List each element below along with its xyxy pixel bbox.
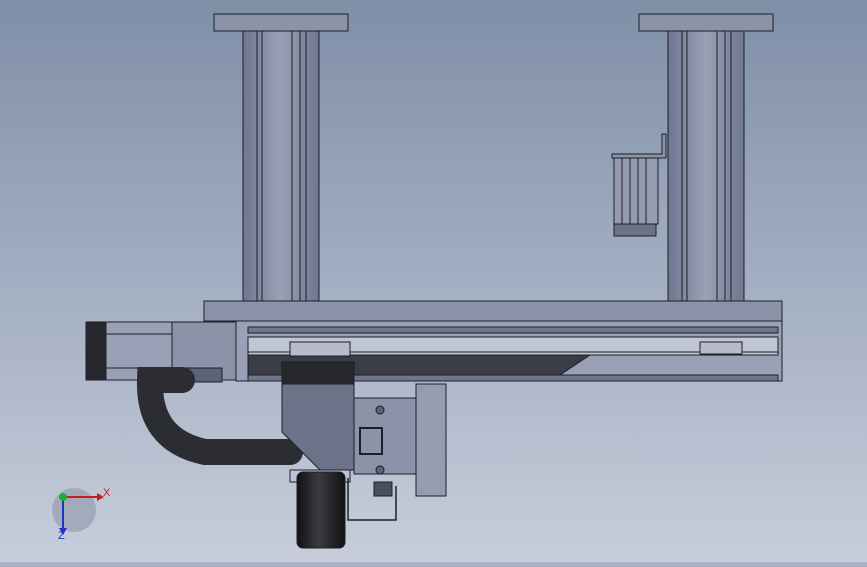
left-column-top-plate [213,13,349,32]
side-motor-cap [613,223,657,237]
triad-origin-icon [59,493,67,501]
left-column-body [242,30,320,302]
right-column-top-plate [638,13,774,32]
end-stop-block [699,341,743,355]
cad-viewport[interactable] [0,0,867,562]
gripper-motor-plate [353,397,417,475]
drive-wheel[interactable] [296,471,346,549]
triad-y-label: Z [58,530,65,542]
carriage-block [289,341,351,357]
side-motor-body [613,157,659,225]
drive-motor-endcap [85,321,107,381]
gripper-motor-flange [415,383,447,497]
cad-model-drawing [0,0,867,562]
slide-mount [281,361,355,385]
base-plate[interactable] [203,300,783,322]
triad-x-label: X [103,487,111,499]
right-column-body [667,30,745,302]
